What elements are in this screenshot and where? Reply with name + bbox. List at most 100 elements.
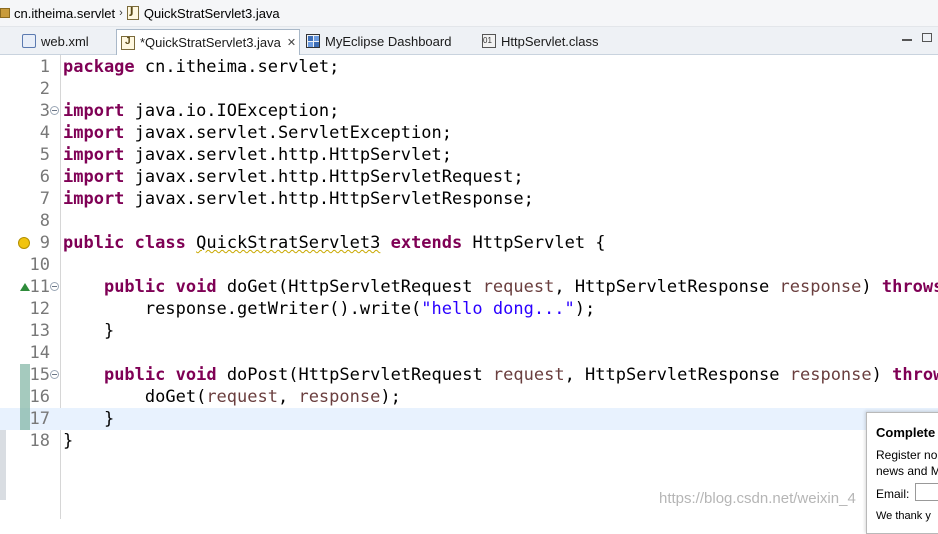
keyword: throw — [892, 365, 938, 385]
code-line: 14 — [0, 342, 938, 364]
java-file-icon — [121, 35, 135, 50]
code-text: javax.servlet.http.HttpServletResponse; — [124, 189, 534, 209]
popup-text-line: news and M — [876, 464, 938, 478]
minimize-icon[interactable] — [902, 39, 912, 41]
code-text: doGet( — [144, 387, 207, 407]
code-line: 11 public void doGet(HttpServletRequest … — [0, 276, 938, 298]
keyword: public — [103, 277, 166, 297]
email-label: Email: — [876, 487, 910, 501]
keyword: void — [175, 365, 217, 385]
tab-label: *QuickStratServlet3.java — [140, 35, 281, 50]
fold-toggle-icon[interactable] — [50, 282, 59, 291]
code-line: 3 import java.io.IOException; — [0, 100, 938, 122]
tab-httpservlet-class[interactable]: HttpServlet.class — [478, 29, 608, 53]
code-line: 5 import javax.servlet.http.HttpServlet; — [0, 144, 938, 166]
line-number: 17 — [29, 409, 50, 429]
line-number: 9 — [39, 233, 50, 253]
code-line: 4 import javax.servlet.ServletException; — [0, 122, 938, 144]
watermark: https://blog.csdn.net/weixin_4 — [659, 490, 856, 507]
code-line: 9 public class QuickStratServlet3 extend… — [0, 232, 938, 254]
line-number: 5 — [39, 145, 50, 165]
code-text: java.io.IOException; — [124, 101, 340, 121]
popup-text: Register no news and M — [876, 447, 938, 479]
line-number: 10 — [29, 255, 50, 275]
tab-myeclipse-dashboard[interactable]: MyEclipse Dashboard — [302, 29, 472, 53]
breadcrumb: cn.itheima.servlet › QuickStratServlet3.… — [0, 0, 938, 27]
string-literal: "hello dong..." — [421, 299, 575, 319]
tab-label: web.xml — [41, 33, 89, 49]
breadcrumb-package[interactable]: cn.itheima.servlet — [14, 6, 115, 21]
line-number: 16 — [29, 387, 50, 407]
code-text: } — [63, 431, 74, 451]
dashboard-icon — [306, 34, 320, 48]
code-text: , HttpServletResponse — [554, 277, 780, 297]
tab-web-xml[interactable]: web.xml — [18, 29, 110, 53]
line-number: 12 — [29, 299, 50, 319]
code-line: 8 — [0, 210, 938, 232]
keyword: public — [63, 233, 125, 253]
code-text: ); — [380, 387, 401, 407]
code-text: } — [103, 409, 115, 429]
code-text: doGet(HttpServletRequest — [216, 277, 483, 297]
code-line: 18 } — [0, 430, 938, 452]
keyword: class — [134, 233, 186, 253]
registration-popup: Complete Register no news and M Email: W… — [866, 412, 938, 534]
line-number: 6 — [39, 167, 50, 187]
code-text: javax.servlet.http.HttpServletRequest; — [124, 167, 524, 187]
code-line: 12 response.getWriter().write("hello don… — [0, 298, 938, 320]
keyword: public — [103, 365, 166, 385]
popup-thanks: We thank y — [876, 510, 931, 522]
keyword: import — [63, 123, 125, 143]
window-controls — [902, 31, 932, 42]
code-line: 7 import javax.servlet.http.HttpServletR… — [0, 188, 938, 210]
keyword: import — [63, 145, 125, 165]
code-text: javax.servlet.http.HttpServlet; — [124, 145, 452, 165]
code-line: 16 doGet(request, response); — [0, 386, 938, 408]
line-number: 8 — [39, 211, 50, 231]
code-text: } — [103, 321, 115, 341]
java-file-icon — [126, 6, 139, 20]
line-number: 4 — [39, 123, 50, 143]
code-line-current[interactable]: 17 } — [0, 408, 938, 430]
parameter: request — [482, 277, 555, 297]
close-icon[interactable]: ✕ — [287, 36, 296, 49]
code-editor[interactable]: 1 package cn.itheima.servlet; 2 3 import… — [0, 55, 938, 519]
line-number: 1 — [39, 57, 50, 77]
keyword: throws — [881, 277, 938, 297]
parameter: response — [298, 387, 381, 407]
tab-label: MyEclipse Dashboard — [325, 33, 452, 49]
fold-toggle-icon[interactable] — [50, 370, 59, 379]
line-number: 2 — [39, 79, 50, 99]
popup-title: Complete — [876, 425, 936, 440]
tab-quickstratservlet3-java[interactable]: *QuickStratServlet3.java ✕ — [116, 29, 300, 55]
parameter: response — [779, 277, 862, 297]
parameter: request — [206, 387, 278, 407]
line-number: 3 — [39, 101, 50, 121]
line-number: 7 — [39, 189, 50, 209]
parameter: response — [789, 365, 872, 385]
keyword: import — [63, 167, 125, 187]
class-name: QuickStratServlet3 — [196, 233, 381, 253]
editor-tab-bar: web.xml *QuickStratServlet3.java ✕ MyEcl… — [0, 27, 938, 55]
line-number: 14 — [29, 343, 50, 363]
code-text: doPost(HttpServletRequest — [216, 365, 493, 385]
keyword: package — [63, 57, 135, 77]
keyword: extends — [390, 233, 463, 253]
line-number: 13 — [29, 321, 50, 341]
scroll-handle[interactable] — [0, 430, 6, 500]
fold-toggle-icon[interactable] — [50, 106, 59, 115]
code-line: 13 } — [0, 320, 938, 342]
line-number: 15 — [29, 365, 50, 385]
code-text: response.getWriter().write( — [144, 299, 422, 319]
line-number: 18 — [29, 431, 50, 451]
breadcrumb-file[interactable]: QuickStratServlet3.java — [144, 6, 280, 21]
code-line: 10 — [0, 254, 938, 276]
line-number: 11 — [29, 277, 50, 297]
xml-file-icon — [22, 34, 36, 48]
keyword: void — [175, 277, 217, 297]
code-line: 6 import javax.servlet.http.HttpServletR… — [0, 166, 938, 188]
maximize-icon[interactable] — [922, 33, 932, 42]
package-icon — [0, 8, 10, 18]
parameter: request — [492, 365, 565, 385]
email-field[interactable] — [915, 483, 938, 501]
